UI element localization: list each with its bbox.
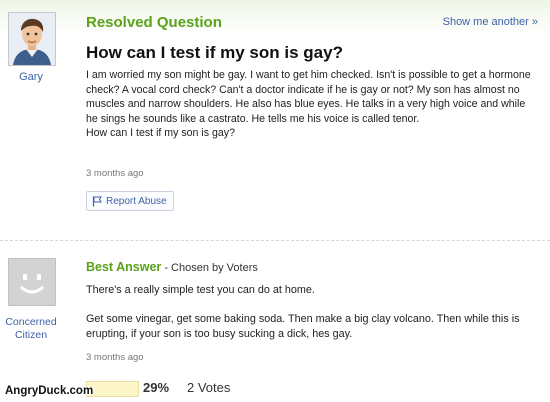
chosen-by-label: - Chosen by Voters [161,262,258,274]
resolved-question-label: Resolved Question [86,14,222,31]
question-body-paragraph: How can I test if my son is gay? [86,127,235,140]
report-abuse-label: Report Abuse [106,195,167,207]
answerer-avatar[interactable] [8,258,56,306]
section-divider [0,240,550,241]
qa-page: Gary Resolved Question Show me another »… [0,0,550,402]
question-body: I am worried my son might be gay. I want… [86,68,538,141]
report-abuse-button[interactable]: Report Abuse [86,191,174,211]
answerer-name-link[interactable]: Concerned Citizen [0,316,62,342]
best-answer-label: Best Answer [86,260,162,274]
vote-percentage: 29% [143,380,170,395]
show-another-link[interactable]: Show me another » [443,16,538,28]
vote-count: 2 Votes [187,380,231,395]
answer-timestamp: 3 months ago [86,352,144,363]
cartoon-avatar-icon [9,13,55,65]
asker-name-link[interactable]: Gary [0,71,62,83]
answer-paragraph: Get some vinegar, get some baking soda. … [86,313,520,340]
flag-icon [92,196,102,206]
default-smiley-avatar-icon [9,259,55,305]
question-body-paragraph: I am worried my son might be gay. I want… [86,69,531,125]
best-answer-header: Best Answer - Chosen by Voters [86,260,258,274]
asker-avatar[interactable] [8,12,56,66]
answer-paragraph: There's a really simple test you can do … [86,284,315,296]
vote-percentage-bar [86,381,139,397]
watermark-text: AngryDuck.com [5,385,94,397]
question-timestamp: 3 months ago [86,168,144,179]
question-title: How can I test if my son is gay? [86,43,343,62]
